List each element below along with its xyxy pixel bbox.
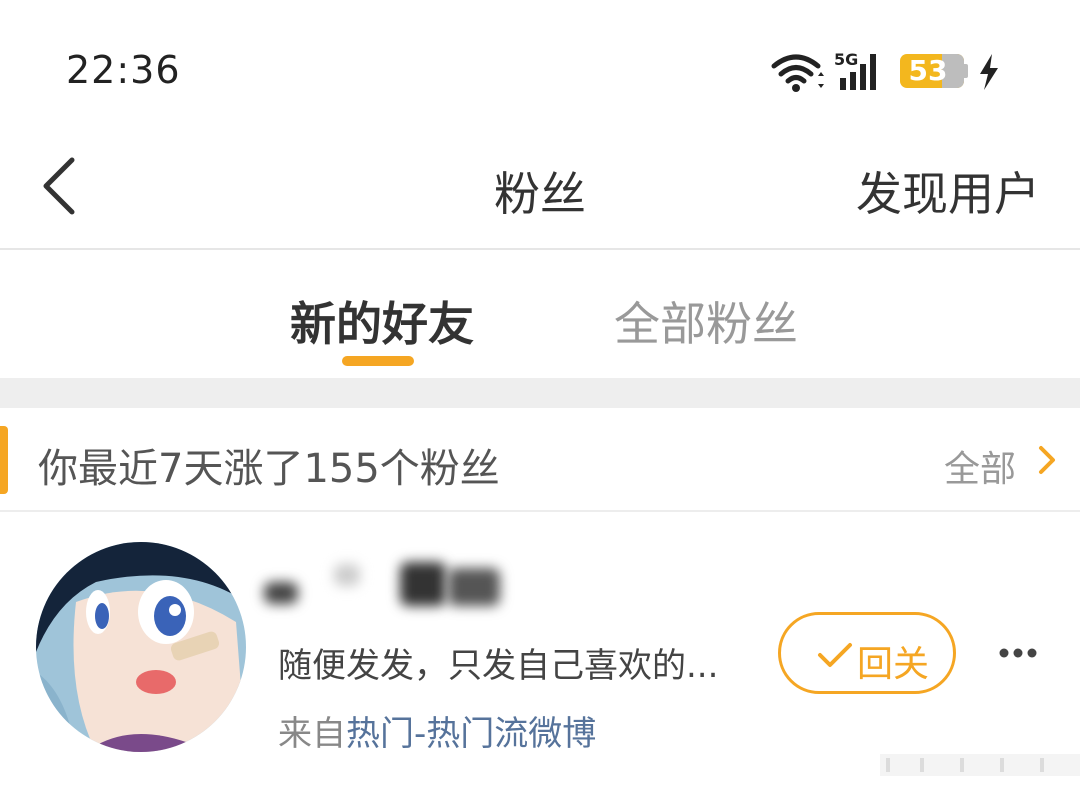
charging-icon [980,54,998,90]
section-title: 你最近7天涨了155个粉丝 [38,446,500,492]
tab-new-friends[interactable]: 新的好友 [290,288,474,354]
follow-source: 来自热门-热门流微博 [278,706,596,755]
battery-icon: 53 [900,54,964,88]
follow-back-label: 回关 [857,644,930,685]
source-link[interactable]: 热门-热门流微博 [346,714,596,754]
more-dots-icon[interactable] [998,646,1038,660]
chevron-left-icon[interactable] [36,154,86,218]
source-prefix: 来自 [278,714,346,754]
avatar[interactable] [36,542,246,752]
section-divider [0,378,1080,408]
chevron-right-icon[interactable] [1036,444,1058,476]
nav-bar: 粉丝 发现用户 [0,140,1080,250]
user-bio: 随便发发，只发自己喜欢的... [278,646,719,686]
list-item[interactable]: 随便发发，只发自己喜欢的... 来自热门-热门流微博 回关 [0,512,1080,785]
username-blurred[interactable] [262,558,512,614]
section-accent-bar [0,426,8,494]
tab-bar: 新的好友 全部粉丝 [0,252,1080,378]
battery-level: 53 [908,54,948,87]
check-icon [818,643,852,667]
bottom-edge-decoration [880,754,1080,776]
section-header[interactable]: 你最近7天涨了155个粉丝 全部 [0,408,1080,512]
tab-active-indicator [342,356,414,366]
tab-all-fans[interactable]: 全部粉丝 [614,288,798,354]
status-icons: 5G 53 [770,50,1010,94]
status-bar: 22:36 5G 53 [0,0,1080,140]
signal-icon: 5G [832,50,888,94]
status-time: 22:36 [66,48,181,92]
battery-cap [964,64,968,78]
discover-users-button[interactable]: 发现用户 [856,158,1040,224]
follow-back-button[interactable]: 回关 [778,612,956,694]
wifi-icon [771,54,824,92]
view-all-link[interactable]: 全部 [944,440,1016,492]
